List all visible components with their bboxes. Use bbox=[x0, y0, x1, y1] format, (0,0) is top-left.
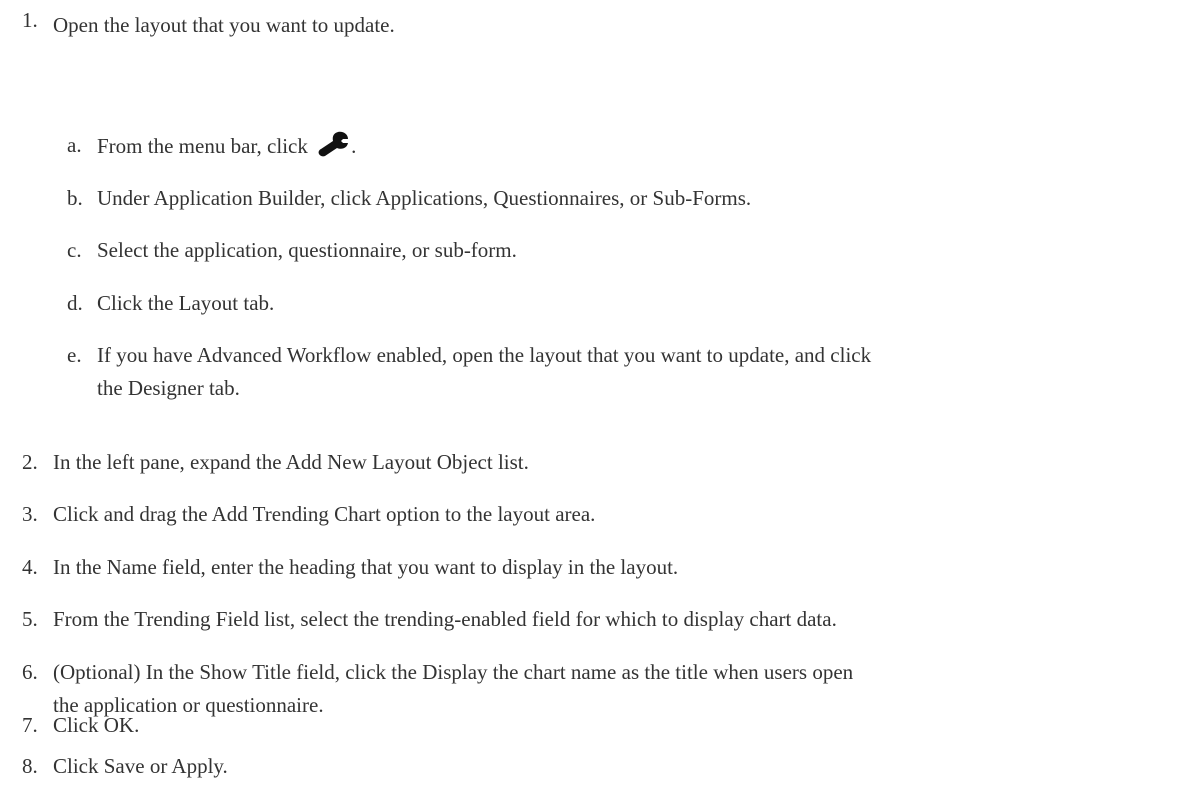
substep-text-line1: If you have Advanced Workflow enabled, o… bbox=[97, 343, 872, 367]
substep-text-wrap: From the menu bar, click . bbox=[97, 131, 1180, 165]
step-text: Click Save or Apply. bbox=[53, 754, 228, 778]
step-number: 3. bbox=[22, 502, 38, 526]
substep-letter: e. bbox=[67, 343, 82, 367]
step-text: Open the layout that you want to update. bbox=[53, 13, 395, 37]
step-text: Click and drag the Add Trending Chart op… bbox=[53, 502, 596, 526]
step-text: In the Name field, enter the heading tha… bbox=[53, 555, 679, 579]
substep-text: Select the application, questionnaire, o… bbox=[97, 238, 517, 262]
step-number: 4. bbox=[22, 555, 38, 579]
step-number: 5. bbox=[22, 607, 38, 631]
substep-text: Under Application Builder, click Applica… bbox=[97, 186, 752, 210]
substep-after-icon: . bbox=[351, 134, 357, 158]
substep-text: From the menu bar, click bbox=[97, 134, 308, 158]
step-text: Click OK. bbox=[53, 713, 140, 737]
substep-letter: a. bbox=[67, 133, 82, 157]
step-number: 1. bbox=[22, 8, 38, 32]
wrench-icon bbox=[317, 131, 351, 165]
step-text: In the left pane, expand the Add New Lay… bbox=[53, 450, 529, 474]
substep-text: Click the Layout tab. bbox=[97, 291, 275, 315]
step-text: From the Trending Field list, select the… bbox=[53, 607, 837, 631]
substep-text-line2: the Designer tab. bbox=[97, 376, 240, 400]
substep-letter: b. bbox=[67, 186, 83, 210]
substep-letter: d. bbox=[67, 291, 83, 315]
step-text-line1: (Optional) In the Show Title field, clic… bbox=[53, 660, 854, 684]
step-number: 8. bbox=[22, 754, 38, 778]
step-number: 7. bbox=[22, 713, 38, 737]
step-number: 6. bbox=[22, 660, 38, 684]
step-number: 2. bbox=[22, 450, 38, 474]
substep-letter: c. bbox=[67, 238, 82, 262]
